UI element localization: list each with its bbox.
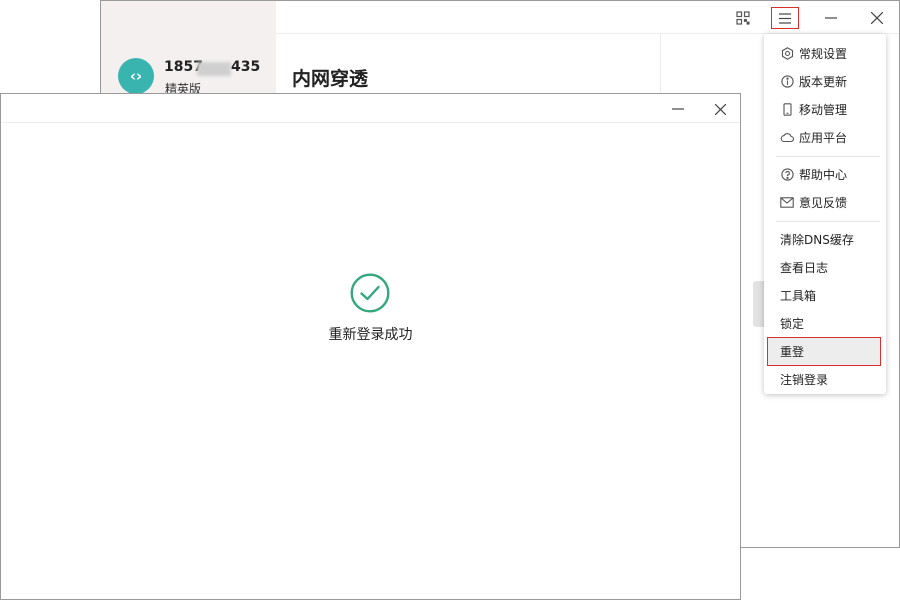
menu-item-toolbox[interactable]: 工具箱 — [764, 282, 886, 308]
menu-item-label: 移动管理 — [799, 102, 848, 117]
menu-item-view-logs[interactable]: 查看日志 — [764, 254, 886, 280]
menu-item-logout[interactable]: 注销登录 — [764, 366, 886, 392]
phone-icon — [780, 102, 794, 116]
dialog-minimize-button[interactable] — [666, 99, 690, 119]
info-icon — [780, 74, 794, 88]
gear-icon — [780, 46, 794, 60]
menu-item-app-platform[interactable]: 应用平台 — [764, 124, 886, 150]
close-button[interactable] — [863, 7, 891, 29]
main-menu-dropdown: 常规设置 版本更新 移动管理 应用平台 帮助中心 意见反馈 清除DNS缓存 查看… — [764, 34, 886, 394]
avatar[interactable]: ‹› — [118, 58, 154, 94]
menu-item-label: 意见反馈 — [799, 195, 848, 210]
divider — [660, 34, 661, 94]
hamburger-menu-icon — [779, 12, 791, 24]
close-icon — [714, 103, 726, 115]
menu-divider — [776, 156, 880, 157]
mail-icon — [780, 195, 794, 209]
dialog-titlebar — [1, 94, 740, 123]
menu-item-label: 工具箱 — [780, 288, 817, 303]
qr-code-icon — [736, 11, 750, 25]
menu-item-help-center[interactable]: 帮助中心 — [764, 161, 886, 187]
menu-item-general-settings[interactable]: 常规设置 — [764, 40, 886, 66]
main-titlebar — [276, 1, 899, 34]
relogin-success-dialog: 重新登录成功 — [0, 93, 741, 600]
menu-item-label: 重登 — [780, 344, 805, 359]
minimize-button[interactable] — [817, 7, 845, 29]
menu-item-label: 锁定 — [780, 316, 805, 331]
menu-divider — [776, 221, 880, 222]
user-phone-suffix: 435 — [231, 59, 261, 75]
minimize-icon — [825, 17, 837, 19]
menu-item-label: 版本更新 — [799, 74, 848, 89]
menu-item-lock[interactable]: 锁定 — [764, 310, 886, 336]
page-title: 内网穿透 — [292, 68, 369, 90]
menu-button[interactable] — [771, 7, 799, 29]
dialog-close-button[interactable] — [708, 99, 732, 119]
avatar-glyph: ‹› — [129, 67, 143, 85]
menu-item-label: 清除DNS缓存 — [780, 232, 854, 247]
menu-item-label: 应用平台 — [799, 130, 848, 145]
menu-item-version-update[interactable]: 版本更新 — [764, 68, 886, 94]
menu-item-relogin[interactable]: 重登 — [764, 338, 886, 364]
cloud-icon — [780, 130, 794, 144]
menu-item-feedback[interactable]: 意见反馈 — [764, 189, 886, 215]
close-icon — [871, 12, 883, 24]
help-icon — [780, 167, 794, 181]
success-message: 重新登录成功 — [328, 327, 413, 343]
menu-item-label: 帮助中心 — [799, 167, 848, 182]
menu-item-label: 常规设置 — [799, 46, 848, 61]
menu-item-mobile-management[interactable]: 移动管理 — [764, 96, 886, 122]
menu-item-label: 查看日志 — [780, 260, 829, 275]
phone-redaction — [197, 62, 231, 76]
menu-item-clear-dns-cache[interactable]: 清除DNS缓存 — [764, 226, 886, 252]
menu-item-label: 注销登录 — [780, 372, 829, 387]
success-check-icon — [350, 273, 390, 313]
qr-code-button[interactable] — [729, 7, 757, 29]
minimize-icon — [672, 108, 684, 110]
